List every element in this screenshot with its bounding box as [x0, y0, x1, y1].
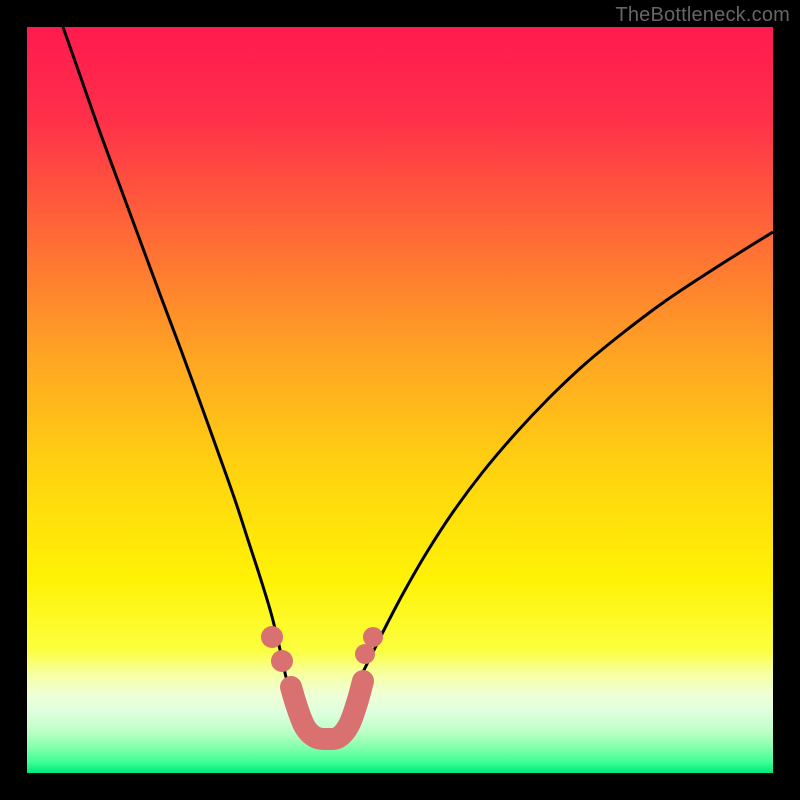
marker-dot — [261, 626, 283, 648]
plot-area — [27, 27, 773, 773]
watermark-text: TheBottleneck.com — [615, 4, 790, 27]
series-trough-connector — [291, 681, 363, 739]
series-right-branch — [357, 232, 773, 684]
chart-curves — [27, 27, 773, 773]
marker-dot — [271, 650, 293, 672]
marker-dot — [355, 644, 375, 664]
series-left-branch — [63, 27, 289, 684]
marker-dot — [363, 627, 383, 647]
